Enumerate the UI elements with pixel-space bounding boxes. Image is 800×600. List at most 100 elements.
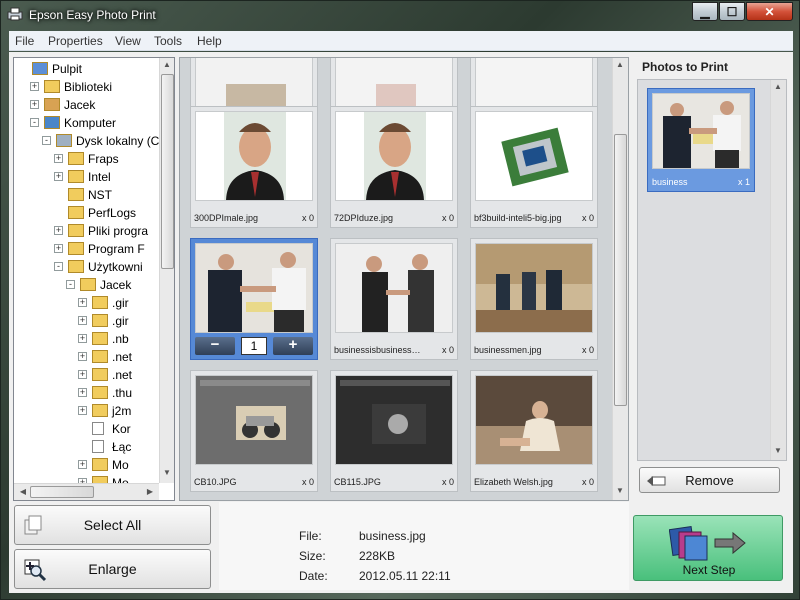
folder-icon [68,206,84,219]
folder-icon [92,296,108,309]
expand-icon[interactable]: + [30,82,39,91]
photo-tile[interactable]: CB10.JPG x 0 [190,370,318,492]
photo-tile[interactable]: businessisbusiness.j... x 0 [330,238,458,360]
photo-tile[interactable]: Elizabeth Welsh.jpg x 0 [470,370,598,492]
scroll-left-icon[interactable]: ◀ [16,487,30,496]
photo-tile[interactable]: bf3build-inteli5-big.jpg x 0 [470,106,598,228]
photo-tile[interactable]: businessmen.jpg x 0 [470,238,598,360]
tree-vscroll-thumb[interactable] [161,74,174,269]
remove-label: Remove [685,472,734,488]
expand-icon[interactable]: + [54,172,63,181]
expand-icon[interactable]: + [78,334,87,343]
next-step-button[interactable]: Next Step [633,515,783,581]
print-list: business x 1 ▲ ▼ [637,79,787,461]
expand-icon[interactable]: + [54,154,63,163]
maximize-button[interactable]: ☐ [719,2,745,21]
printer-app-icon [7,7,23,21]
folder-icon [68,170,84,183]
expand-icon[interactable]: + [30,100,39,109]
tree-horizontal-scrollbar[interactable]: ◀ ▶ [14,483,159,500]
photo-filename: Elizabeth Welsh.jpg [474,477,553,487]
expand-icon[interactable]: + [78,460,87,469]
expand-icon[interactable]: + [78,406,87,415]
photo-thumbnail [195,58,313,113]
photo-thumbnail [475,243,593,333]
tree-item-label: .nb [112,332,129,346]
collapse-icon[interactable]: - [66,280,75,289]
photo-tile[interactable]: CB115.JPG x 0 [330,370,458,492]
photo-tile[interactable]: 72DPIduze.jpg x 0 [330,106,458,228]
expand-icon[interactable]: + [78,298,87,307]
app-window: Epson Easy Photo Print ▁ ☐ ✕ File Proper… [0,0,800,600]
increase-quantity-button[interactable]: + [273,337,313,355]
tree-item-label: Intel [88,170,111,184]
grid-vertical-scrollbar[interactable]: ▲ ▼ [612,58,628,500]
folder-icon [68,152,84,165]
file-label: File: [299,529,322,543]
size-value: 228KB [359,549,396,563]
folder-icon [68,242,84,255]
photo-thumbnail [335,111,453,201]
scroll-down-icon[interactable]: ▼ [160,468,174,477]
magnifier-icon [24,559,47,582]
select-all-button[interactable]: Select All [14,505,211,545]
print-list-item[interactable]: business x 1 [647,88,755,192]
tree-item-label: Pulpit [52,62,83,76]
print-scroll-up-icon[interactable]: ▲ [771,82,785,91]
photo-quantity: x 0 [581,477,594,487]
grid-scroll-up-icon[interactable]: ▲ [613,60,627,69]
grid-scroll-down-icon[interactable]: ▼ [613,486,627,495]
date-label: Date: [299,569,328,583]
expand-icon[interactable]: + [78,316,87,325]
photo-quantity: x 0 [441,213,454,223]
folder-icon [92,332,108,345]
photo-tile[interactable]: −1 + [190,238,318,360]
tree-item-label: Komputer [64,116,117,130]
menu-file[interactable]: File [15,34,34,48]
grid-vscroll-thumb[interactable] [614,134,627,406]
folder-icon [92,386,108,399]
expand-icon[interactable]: + [78,352,87,361]
photo-filename: businessmen.jpg [474,345,542,355]
tree-item-label: Biblioteki [64,80,113,94]
select-all-label: Select All [83,517,142,533]
tree-item-label: PerfLogs [88,206,137,220]
size-label: Size: [299,549,326,563]
print-scroll-down-icon[interactable]: ▼ [771,446,785,455]
expand-icon[interactable]: + [54,226,63,235]
collapse-icon[interactable]: - [42,136,51,145]
title-bar[interactable]: Epson Easy Photo Print ▁ ☐ ✕ [1,1,800,29]
menu-help[interactable]: Help [197,34,222,48]
scroll-right-icon[interactable]: ▶ [143,487,157,496]
print-item-name: business [652,177,688,187]
menu-tools[interactable]: Tools [154,34,182,48]
menu-properties[interactable]: Properties [48,34,103,48]
close-button[interactable]: ✕ [746,2,793,21]
minimize-button[interactable]: ▁ [692,2,718,21]
expand-icon[interactable]: + [78,388,87,397]
file-icon [92,440,104,453]
remove-button[interactable]: Remove [639,467,780,493]
enlarge-button[interactable]: Enlarge [14,549,211,589]
next-step-icon [669,526,746,561]
tree-item-label: Dysk lokalny (C [76,134,160,148]
print-list-scrollbar[interactable]: ▲ ▼ [770,80,786,460]
decrease-quantity-button[interactable]: − [195,337,235,355]
collapse-icon[interactable]: - [54,262,63,271]
tree-item-label: .thu [112,386,133,400]
expand-icon[interactable]: + [54,244,63,253]
collapse-icon[interactable]: - [30,118,39,127]
menu-view[interactable]: View [115,34,141,48]
tree-item-label: Mo [112,458,129,472]
quantity-value[interactable]: 1 [241,337,267,355]
scroll-up-icon[interactable]: ▲ [160,60,174,69]
tree-hscroll-thumb[interactable] [30,486,94,498]
folder-icon [68,260,84,273]
expand-icon[interactable]: + [78,370,87,379]
photo-filename: bf3build-inteli5-big.jpg [474,213,562,223]
tree-item-label: Użytkowni [88,260,143,274]
photo-tile[interactable]: 300DPImale.jpg x 0 [190,106,318,228]
client-area: Pulpit + Biblioteki + Jacek - Komputer - Dysk lo… [9,52,793,593]
tree-item-label: .gir [112,296,129,310]
tree-vertical-scrollbar[interactable]: ▲ ▼ [159,58,174,483]
